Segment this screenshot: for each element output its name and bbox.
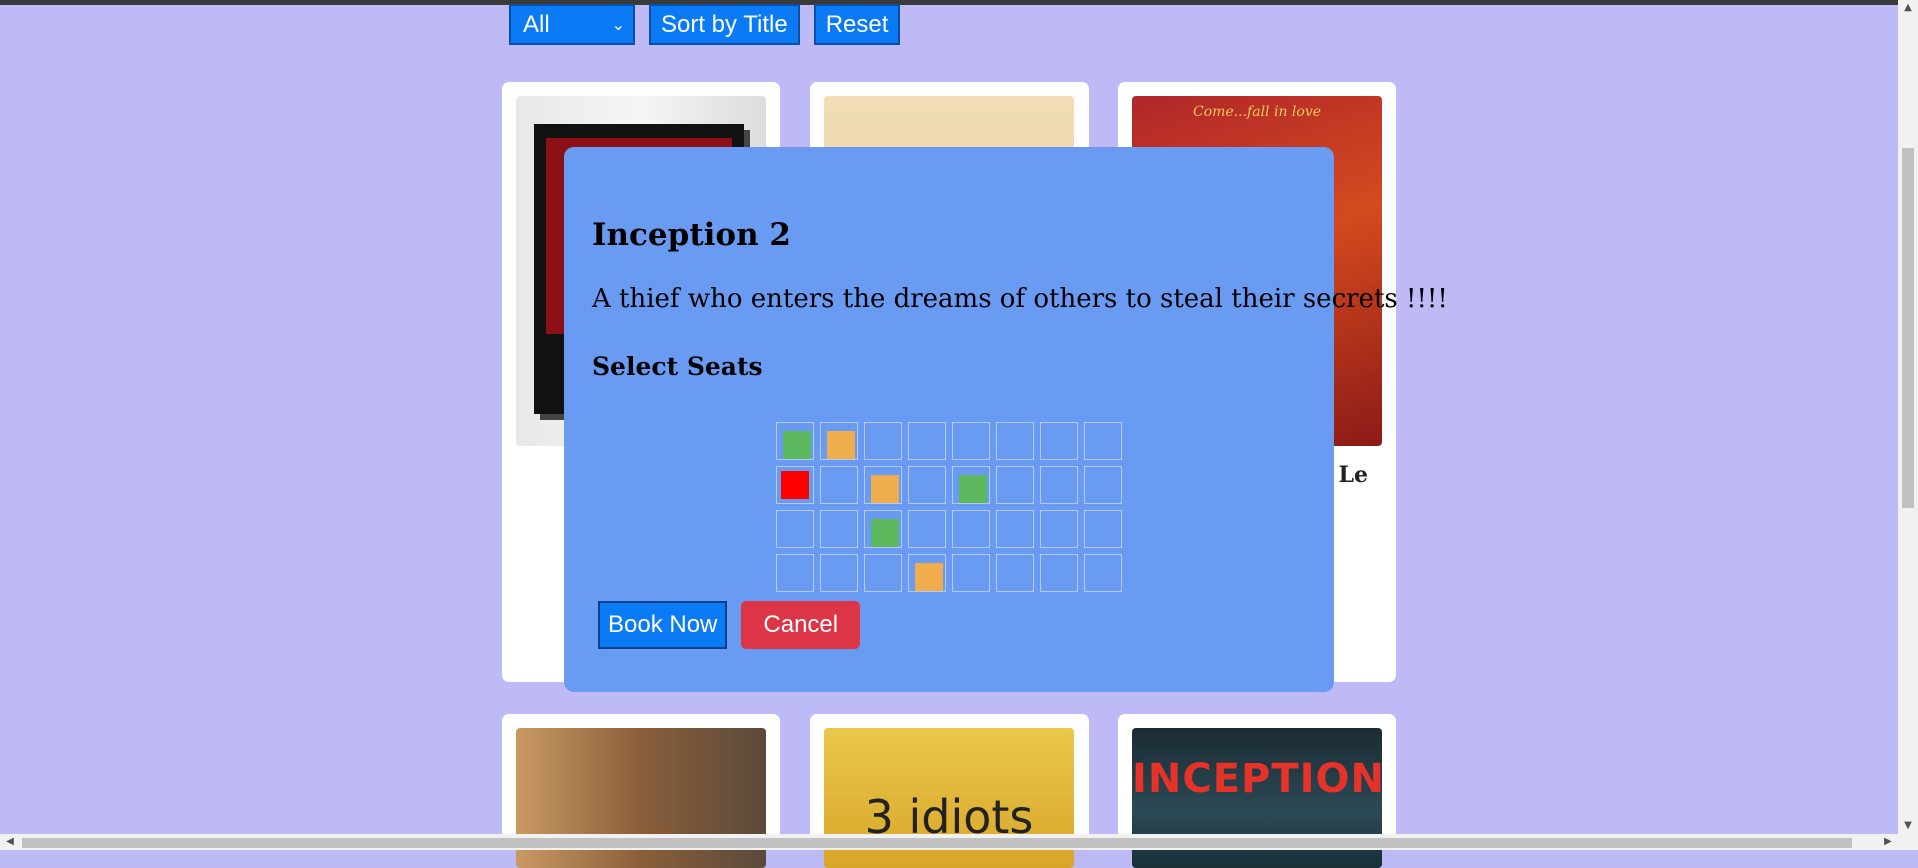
seat-status-marker [871, 475, 899, 503]
vertical-scrollbar[interactable]: ▲ ▼ [1898, 0, 1918, 850]
seat-3-6[interactable] [996, 510, 1034, 548]
seat-1-2[interactable] [820, 422, 858, 460]
seat-2-4[interactable] [908, 466, 946, 504]
seat-4-4[interactable] [908, 554, 946, 592]
seat-4-2[interactable] [820, 554, 858, 592]
poster-title-text: INCEPTION [1132, 756, 1382, 802]
movie-card[interactable]: 3 idiots [810, 714, 1089, 868]
seat-2-6[interactable] [996, 466, 1034, 504]
seat-status-marker [781, 471, 809, 499]
booking-modal: Inception 2 A thief who enters the dream… [564, 147, 1448, 692]
genre-filter-select[interactable]: All ⌄ [509, 4, 635, 45]
horizontal-scroll-thumb[interactable] [22, 838, 1852, 848]
seat-grid [776, 422, 1122, 592]
seat-1-1[interactable] [776, 422, 814, 460]
seat-1-3[interactable] [864, 422, 902, 460]
vertical-scroll-thumb[interactable] [1902, 148, 1914, 508]
scroll-right-arrow-icon[interactable]: ▶ [1880, 834, 1896, 850]
horizontal-scrollbar[interactable]: ◀ ▶ [0, 834, 1898, 850]
seat-2-3[interactable] [864, 466, 902, 504]
seat-1-6[interactable] [996, 422, 1034, 460]
scroll-down-arrow-icon[interactable]: ▼ [1898, 818, 1918, 834]
seat-4-7[interactable] [1040, 554, 1078, 592]
seat-4-6[interactable] [996, 554, 1034, 592]
seat-1-8[interactable] [1084, 422, 1122, 460]
seat-2-2[interactable] [820, 466, 858, 504]
movie-card[interactable]: INCEPTION [1118, 714, 1396, 868]
seat-1-5[interactable] [952, 422, 990, 460]
chevron-down-icon: ⌄ [611, 16, 625, 34]
seat-3-1[interactable] [776, 510, 814, 548]
poster-tagline: Come...fall in love [1192, 104, 1322, 120]
filter-toolbar: All ⌄ Sort by Title Reset [509, 4, 901, 45]
seat-3-3[interactable] [864, 510, 902, 548]
seat-status-marker [871, 519, 899, 547]
seat-status-marker [915, 563, 943, 591]
modal-actions: Book Now Cancel [598, 601, 861, 649]
seat-status-marker [827, 431, 855, 459]
seat-3-4[interactable] [908, 510, 946, 548]
modal-movie-title: Inception 2 [592, 217, 791, 253]
seat-4-8[interactable] [1084, 554, 1122, 592]
seat-4-1[interactable] [776, 554, 814, 592]
select-seats-heading: Select Seats [592, 352, 763, 381]
seat-2-8[interactable] [1084, 466, 1122, 504]
scroll-left-arrow-icon[interactable]: ◀ [2, 834, 18, 850]
book-now-button[interactable]: Book Now [598, 601, 728, 649]
modal-movie-description: A thief who enters the dreams of others … [592, 284, 1448, 314]
seat-4-5[interactable] [952, 554, 990, 592]
scroll-up-arrow-icon[interactable]: ▲ [1898, 0, 1918, 16]
seat-3-2[interactable] [820, 510, 858, 548]
seat-status-marker [783, 431, 811, 459]
top-border [0, 0, 1918, 5]
seat-3-5[interactable] [952, 510, 990, 548]
seat-1-4[interactable] [908, 422, 946, 460]
sort-by-title-button[interactable]: Sort by Title [649, 4, 800, 45]
cancel-button[interactable]: Cancel [741, 601, 861, 649]
genre-filter-value: All [523, 10, 550, 38]
seat-2-5[interactable] [952, 466, 990, 504]
seat-1-7[interactable] [1040, 422, 1078, 460]
seat-status-marker [959, 475, 987, 503]
movie-card[interactable] [502, 714, 780, 868]
seat-2-1 [776, 466, 814, 504]
seat-2-7[interactable] [1040, 466, 1078, 504]
reset-button[interactable]: Reset [813, 4, 901, 45]
seat-3-8[interactable] [1084, 510, 1122, 548]
seat-4-3[interactable] [864, 554, 902, 592]
seat-3-7[interactable] [1040, 510, 1078, 548]
